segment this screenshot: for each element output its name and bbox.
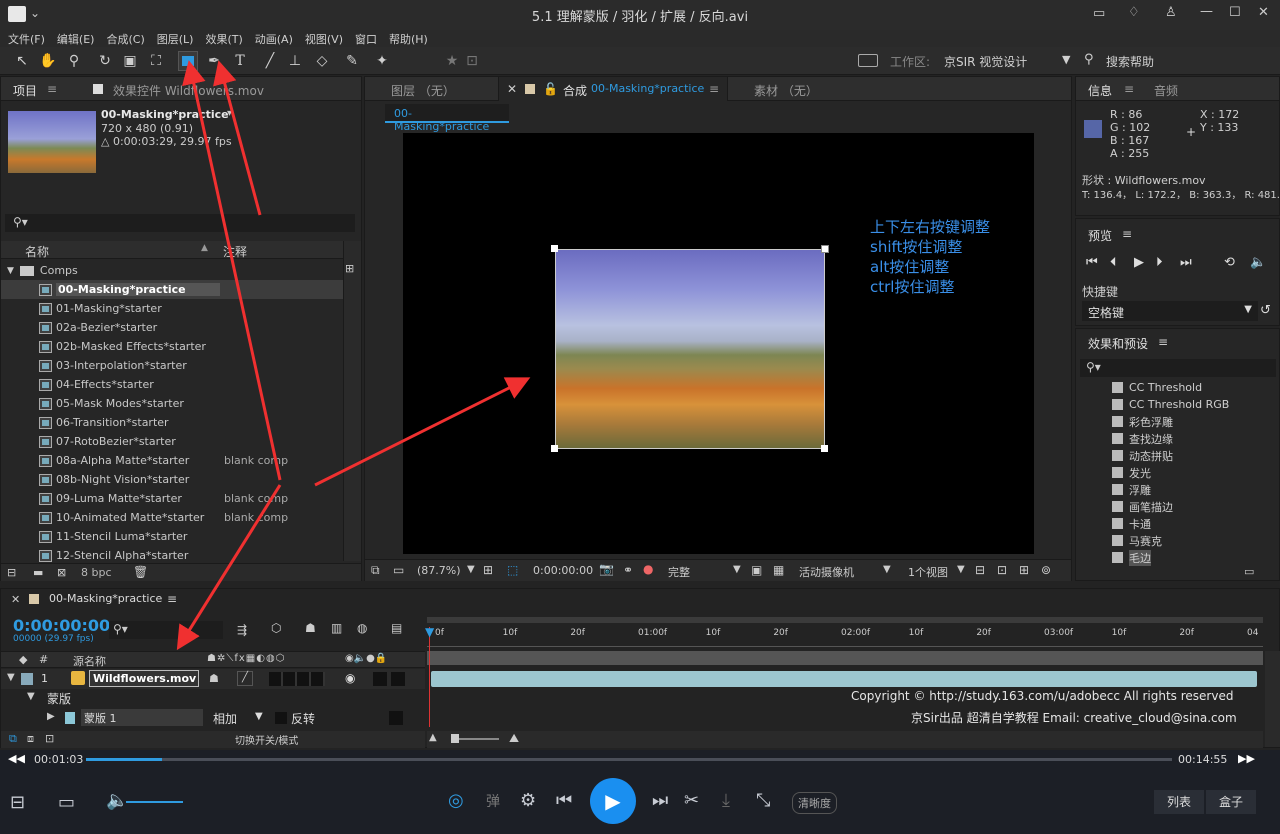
arrow xyxy=(213,60,262,216)
arrow xyxy=(314,377,531,487)
annotation-arrows xyxy=(176,60,531,651)
arrow xyxy=(182,60,282,481)
arrow xyxy=(176,484,282,651)
